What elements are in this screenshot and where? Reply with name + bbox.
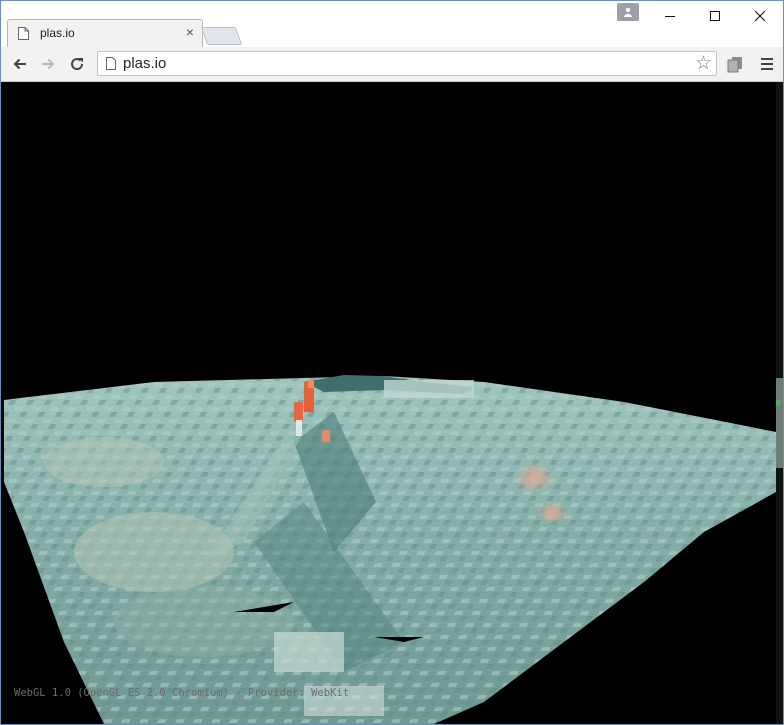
forward-arrow-icon <box>42 58 55 70</box>
minimize-button[interactable] <box>647 1 693 31</box>
renderer-info-text: WebGL 1.0 (OpenGL ES 2.0 Chromium) - Pro… <box>14 687 350 699</box>
browser-window: plas.io × plas.io ☆ WebGL 1.0 (OpenGL ES… <box>0 0 784 725</box>
forward-button[interactable] <box>37 53 59 75</box>
address-bar[interactable]: plas.io ☆ <box>97 51 717 76</box>
tab-close-button[interactable]: × <box>186 24 194 40</box>
tab-title: plas.io <box>40 26 75 40</box>
extension-icon[interactable] <box>725 54 745 74</box>
page-icon <box>18 27 29 40</box>
close-icon <box>754 10 766 22</box>
profile-icon[interactable] <box>617 3 639 21</box>
minimize-icon <box>665 16 675 17</box>
webgl-canvas[interactable]: WebGL 1.0 (OpenGL ES 2.0 Chromium) - Pro… <box>4 82 776 724</box>
new-tab-button[interactable] <box>200 27 243 45</box>
scrollbar-marker <box>776 400 780 406</box>
reload-icon <box>71 58 84 71</box>
url-text[interactable]: plas.io <box>123 55 166 72</box>
point-cloud-render <box>4 375 776 724</box>
reload-button[interactable] <box>66 53 88 75</box>
maximize-button[interactable] <box>692 1 738 31</box>
hamburger-menu-icon[interactable] <box>758 55 776 73</box>
maximize-icon <box>710 11 720 21</box>
star-icon[interactable]: ☆ <box>695 53 712 74</box>
tab-strip: plas.io × <box>1 1 783 47</box>
browser-toolbar: plas.io ☆ <box>1 47 783 82</box>
page-icon <box>106 57 116 70</box>
back-button[interactable] <box>9 53 31 75</box>
back-arrow-icon <box>13 58 26 70</box>
scrollbar-thumb[interactable] <box>776 378 783 468</box>
close-window-button[interactable] <box>737 1 783 31</box>
vertical-scrollbar[interactable] <box>776 82 783 724</box>
tab-plas-io[interactable]: plas.io × <box>7 19 203 47</box>
